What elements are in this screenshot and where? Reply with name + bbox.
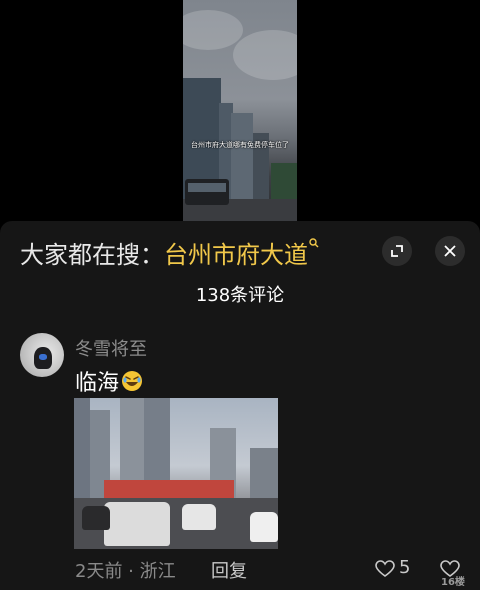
photo-building xyxy=(74,398,90,508)
like-count: 5 xyxy=(399,557,411,578)
expand-icon xyxy=(391,245,403,257)
photo-car xyxy=(182,504,216,530)
comment-text: 临海 xyxy=(75,371,120,396)
close-button[interactable] xyxy=(435,236,465,266)
comment-panel: 大家都在搜： 台州市府大道 138条评论 冬雪将至 临海 2天前 · 浙江 回复… xyxy=(0,221,480,590)
photo-car xyxy=(82,506,110,530)
comment-meta: 2天前 · 浙江 xyxy=(75,561,176,582)
photo-storefront xyxy=(104,480,234,498)
search-icon xyxy=(309,237,319,251)
video-subtitle: 台州市府大道哪有免费停车位了 xyxy=(191,141,289,149)
cloud xyxy=(233,30,297,80)
search-term-link[interactable]: 台州市府大道 xyxy=(164,235,308,270)
cloud xyxy=(183,10,243,50)
comment-username[interactable]: 冬雪将至 xyxy=(75,335,147,361)
watermark: 16楼 xyxy=(441,577,465,588)
laughing-emoji-icon xyxy=(122,371,143,391)
avatar-mask xyxy=(39,354,47,360)
building xyxy=(231,113,253,203)
close-icon xyxy=(444,245,456,257)
heart-icon[interactable] xyxy=(375,560,395,578)
search-prefix: 大家都在搜： xyxy=(20,241,164,269)
tree xyxy=(271,163,297,203)
photo-car xyxy=(250,512,278,542)
expand-button[interactable] xyxy=(382,236,412,266)
bus xyxy=(185,179,229,205)
comment-count: 138条评论 xyxy=(195,285,285,306)
avatar[interactable] xyxy=(20,333,64,377)
photo-car xyxy=(104,502,170,546)
comment-photo[interactable] xyxy=(74,398,278,549)
comment-text-row: 临海 xyxy=(75,365,143,397)
search-suggestion[interactable]: 大家都在搜： 台州市府大道 xyxy=(20,235,319,270)
video-preview[interactable]: 台州市府大道哪有免费停车位了 xyxy=(183,0,297,221)
reply-button[interactable]: 回复 xyxy=(211,557,247,583)
